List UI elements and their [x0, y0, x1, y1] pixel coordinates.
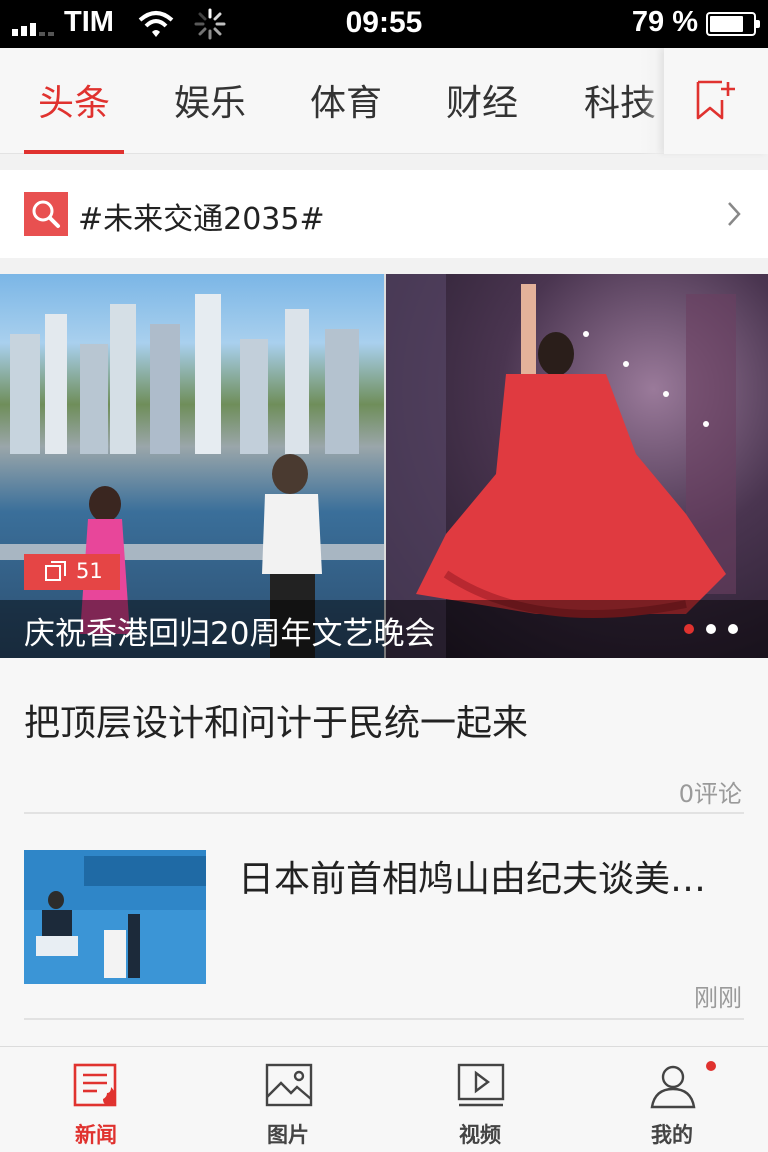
article-title: 日本前首相鸠山由纪夫谈美… [238, 859, 707, 900]
featured-carousel[interactable]: 51 庆祝香港回归20周年文艺晚会 [0, 274, 768, 658]
nav-video[interactable]: 视频 [384, 1047, 576, 1152]
divider [24, 1018, 744, 1020]
battery-icon [706, 12, 760, 36]
article-thumbnail [24, 850, 206, 984]
news-feed: 把顶层设计和问计于民统一起来 0评论 日本前首相鸠山由纪夫谈美… 刚刚 [0, 658, 768, 1046]
bottom-tab-bar: 新闻 图片 视频 我的 [0, 1046, 768, 1152]
nav-label: 视频 [459, 1123, 501, 1147]
tab-headlines[interactable]: 头条 [38, 74, 110, 126]
gallery-icon [45, 561, 66, 581]
carousel-caption: 庆祝香港回归20周年文艺晚会 [24, 616, 436, 652]
status-bar: TIM 09:55 79 % [0, 0, 768, 48]
profile-icon [650, 1065, 696, 1109]
active-tab-indicator [24, 150, 124, 154]
carousel-dot [684, 624, 694, 634]
chevron-right-icon [728, 202, 741, 226]
photo-count-badge: 51 [24, 554, 120, 590]
article-comments: 0评论 [678, 780, 742, 808]
news-icon [73, 1063, 117, 1107]
article-time: 刚刚 [694, 984, 742, 1012]
video-icon [457, 1063, 505, 1107]
nav-pictures[interactable]: 图片 [192, 1047, 384, 1152]
nav-news[interactable]: 新闻 [0, 1047, 192, 1152]
tab-entertainment[interactable]: 娱乐 [174, 74, 246, 126]
article-title: 把顶层设计和问计于民统一起来 [24, 703, 529, 744]
hot-topic-banner[interactable]: #未来交通2035# [0, 170, 768, 258]
hot-topic-text: #未来交通2035# [78, 202, 325, 237]
divider [24, 812, 744, 814]
notification-dot [706, 1061, 716, 1071]
bookmark-add-icon [696, 80, 735, 120]
battery-percent: 79 % [631, 6, 698, 38]
nav-label: 图片 [267, 1123, 309, 1147]
photo-count: 51 [76, 559, 103, 583]
channel-tab-bar: 头条 娱乐 体育 财经 科技 [0, 48, 768, 154]
tab-finance[interactable]: 财经 [446, 74, 518, 126]
nav-label: 新闻 [75, 1123, 117, 1147]
nav-profile[interactable]: 我的 [576, 1047, 768, 1152]
search-icon [24, 192, 68, 236]
picture-icon [265, 1063, 313, 1107]
carousel-page-indicator [684, 624, 738, 634]
add-channel-button[interactable] [664, 48, 768, 154]
carousel-dot [706, 624, 716, 634]
nav-label: 我的 [651, 1123, 693, 1147]
tab-sports[interactable]: 体育 [310, 74, 382, 126]
carousel-dot [728, 624, 738, 634]
